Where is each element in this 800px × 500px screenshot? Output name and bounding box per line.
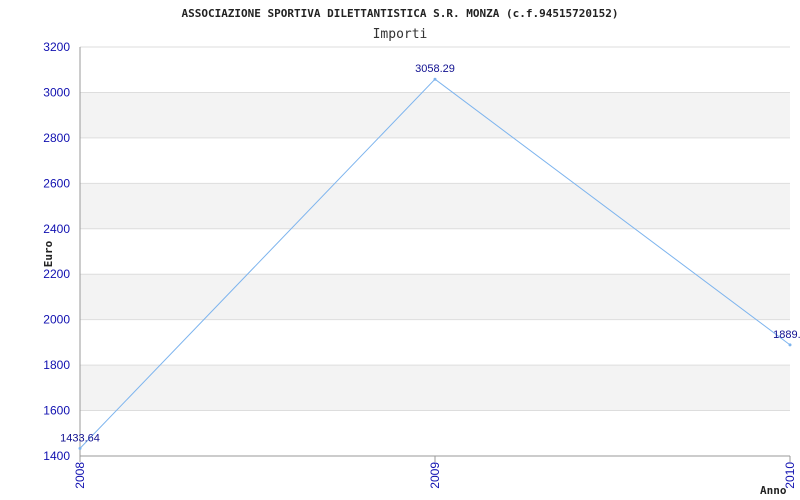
grid-band <box>80 183 790 229</box>
data-label: 1889.0 <box>773 329 800 341</box>
y-tick-label: 2800 <box>43 131 70 145</box>
y-axis-label: Euro <box>42 240 55 267</box>
data-label: 3058.29 <box>415 63 455 75</box>
y-tick-label: 3200 <box>43 40 70 54</box>
y-tick-label: 2000 <box>43 313 70 327</box>
x-axis-label: Anno <box>760 484 787 497</box>
x-tick-labels: 2008 2009 2010 <box>73 462 797 489</box>
line-chart: ASSOCIAZIONE SPORTIVA DILETTANTISTICA S.… <box>42 7 800 497</box>
y-tick-label: 2600 <box>43 176 70 190</box>
y-tick-label: 2400 <box>43 222 70 236</box>
grid-band <box>80 365 790 411</box>
data-label: 1433.64 <box>60 432 100 444</box>
grid-band <box>80 92 790 138</box>
data-point <box>78 446 82 450</box>
y-tick-label: 3000 <box>43 85 70 99</box>
grid-band <box>80 274 790 320</box>
y-tick-label: 1400 <box>43 449 70 463</box>
y-tick-label: 1600 <box>43 404 70 418</box>
chart-title: ASSOCIAZIONE SPORTIVA DILETTANTISTICA S.… <box>181 7 618 20</box>
chart-subtitle: Importi <box>373 27 428 42</box>
data-point <box>788 343 792 347</box>
y-tick-label: 2200 <box>43 267 70 281</box>
plot-bands <box>80 92 790 411</box>
x-tick-label: 2008 <box>73 462 87 489</box>
x-tick-label: 2009 <box>428 462 442 489</box>
y-tick-label: 1800 <box>43 358 70 372</box>
data-point <box>433 77 437 81</box>
